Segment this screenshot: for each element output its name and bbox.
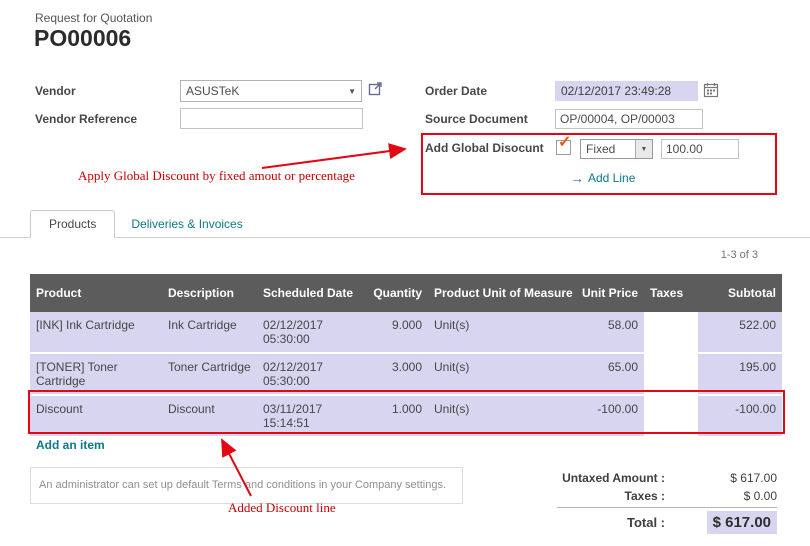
- cell-uom[interactable]: Unit(s): [428, 396, 574, 438]
- cell-taxes[interactable]: [644, 396, 698, 438]
- col-header-subtotal[interactable]: Subtotal: [698, 274, 782, 312]
- vendor-reference-label: Vendor Reference: [35, 112, 137, 126]
- order-lines-table: Product Description Scheduled Date Quant…: [30, 274, 782, 438]
- chevron-down-icon: ▼: [641, 146, 648, 153]
- total-separator: [557, 507, 777, 508]
- vendor-label: Vendor: [35, 84, 76, 98]
- cell-scheduled-date[interactable]: 02/12/2017 05:30:00: [257, 312, 360, 354]
- add-line-label: Add Line: [588, 171, 635, 185]
- rfq-form-page: Request for Quotation PO00006 Vendor ASU…: [0, 0, 810, 546]
- col-header-taxes[interactable]: Taxes: [644, 274, 698, 312]
- annotation-global-discount-note: Apply Global Discount by fixed amout or …: [78, 168, 355, 184]
- cell-description[interactable]: Toner Cartridge: [162, 354, 257, 396]
- arrow-right-icon: →: [570, 170, 584, 186]
- vendor-reference-input[interactable]: [180, 108, 363, 129]
- cell-uom[interactable]: Unit(s): [428, 354, 574, 396]
- vendor-select-value: ASUSTeK: [186, 84, 239, 98]
- untaxed-amount-label: Untaxed Amount :: [460, 471, 665, 485]
- doc-type-label: Request for Quotation: [35, 11, 152, 25]
- check-icon: ✓: [558, 135, 571, 151]
- source-document-label: Source Document: [425, 112, 528, 126]
- total-row: Total : $ 617.00: [460, 511, 777, 533]
- pager-status: 1-3 of 3: [721, 249, 758, 261]
- cell-unit-price[interactable]: 65.00: [574, 354, 644, 396]
- cell-description[interactable]: Ink Cartridge: [162, 312, 257, 354]
- table-header-row: Product Description Scheduled Date Quant…: [30, 274, 782, 312]
- cell-uom[interactable]: Unit(s): [428, 312, 574, 354]
- source-document-input[interactable]: [555, 109, 703, 129]
- page-title: PO00006: [34, 25, 131, 52]
- cell-unit-price[interactable]: 58.00: [574, 312, 644, 354]
- order-date-field[interactable]: 02/12/2017 23:49:28: [555, 81, 698, 101]
- order-date-label: Order Date: [425, 84, 487, 98]
- add-an-item-link[interactable]: Add an item: [36, 438, 105, 452]
- cell-scheduled-date[interactable]: 02/12/2017 05:30:00: [257, 354, 360, 396]
- col-header-uom[interactable]: Product Unit of Measure: [428, 274, 574, 312]
- col-header-quantity[interactable]: Quantity: [360, 274, 428, 312]
- tab-products[interactable]: Products: [30, 210, 115, 238]
- calendar-icon[interactable]: [703, 82, 719, 101]
- global-discount-label: Add Global Disocunt: [425, 141, 544, 155]
- col-header-description[interactable]: Description: [162, 274, 257, 312]
- notebook-tabbar: Products Deliveries & Invoices: [0, 211, 810, 238]
- col-header-product[interactable]: Product: [30, 274, 162, 312]
- taxes-value: $ 0.00: [665, 489, 777, 503]
- table-row[interactable]: [TONER] Toner Cartridge Toner Cartridge …: [30, 354, 782, 396]
- tab-deliveries-invoices[interactable]: Deliveries & Invoices: [115, 211, 258, 237]
- total-label: Total :: [460, 515, 665, 530]
- total-value: $ 617.00: [707, 511, 777, 534]
- table-row[interactable]: [INK] Ink Cartridge Ink Cartridge 02/12/…: [30, 312, 782, 354]
- cell-unit-price[interactable]: -100.00: [574, 396, 644, 438]
- taxes-row: Taxes : $ 0.00: [460, 489, 777, 503]
- discount-type-select[interactable]: Fixed ▼: [580, 139, 653, 159]
- arrow-to-global-discount: [262, 149, 405, 168]
- cell-subtotal[interactable]: 195.00: [698, 354, 782, 396]
- cell-scheduled-date[interactable]: 03/11/2017 15:14:51: [257, 396, 360, 438]
- untaxed-amount-value: $ 617.00: [665, 471, 777, 485]
- discount-type-value: Fixed: [581, 140, 635, 158]
- global-discount-checkbox[interactable]: ✓: [556, 140, 571, 155]
- add-line-link[interactable]: → Add Line: [570, 170, 635, 186]
- col-header-scheduled-date[interactable]: Scheduled Date: [257, 274, 360, 312]
- annotation-discount-line-note: Added Discount line: [228, 500, 336, 516]
- cell-quantity[interactable]: 3.000: [360, 354, 428, 396]
- cell-subtotal[interactable]: -100.00: [698, 396, 782, 438]
- external-link-icon[interactable]: [368, 81, 383, 99]
- cell-product[interactable]: [INK] Ink Cartridge: [30, 312, 162, 354]
- cell-taxes[interactable]: [644, 312, 698, 354]
- cell-description[interactable]: Discount: [162, 396, 257, 438]
- untaxed-amount-row: Untaxed Amount : $ 617.00: [460, 471, 777, 485]
- cell-quantity[interactable]: 9.000: [360, 312, 428, 354]
- terms-note: An administrator can set up default Term…: [30, 467, 463, 504]
- taxes-label: Taxes :: [460, 489, 665, 503]
- cell-taxes[interactable]: [644, 354, 698, 396]
- cell-product[interactable]: Discount: [30, 396, 162, 438]
- cell-quantity[interactable]: 1.000: [360, 396, 428, 438]
- discount-amount-input[interactable]: [661, 139, 739, 159]
- cell-product[interactable]: [TONER] Toner Cartridge: [30, 354, 162, 396]
- vendor-select[interactable]: ASUSTeK ▼: [180, 80, 362, 102]
- cell-subtotal[interactable]: 522.00: [698, 312, 782, 354]
- chevron-down-icon: ▼: [348, 87, 356, 96]
- table-row-discount[interactable]: Discount Discount 03/11/2017 15:14:51 1.…: [30, 396, 782, 438]
- col-header-unit-price[interactable]: Unit Price: [574, 274, 644, 312]
